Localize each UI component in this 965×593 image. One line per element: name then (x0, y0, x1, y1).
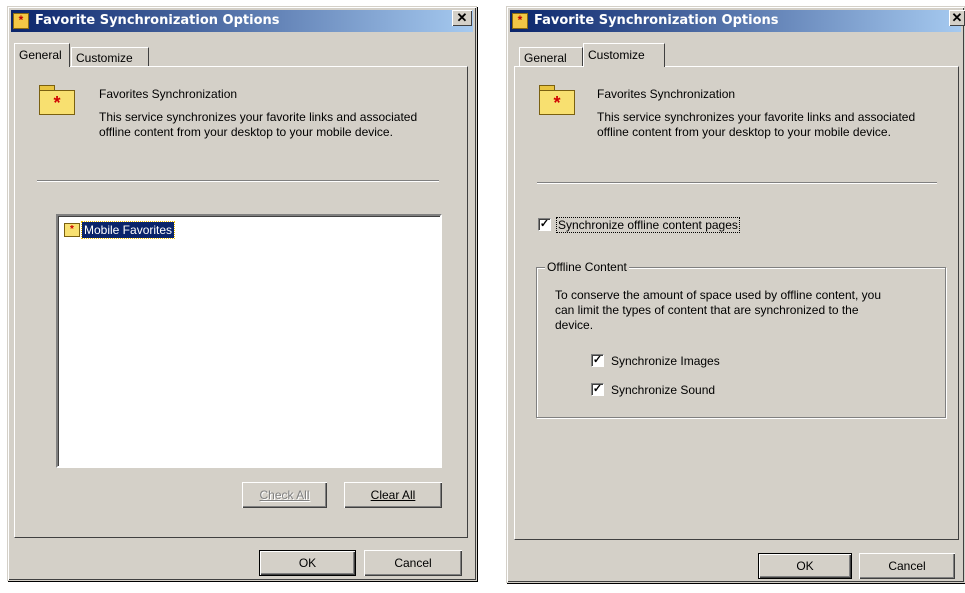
favorite-sync-dialog-general: * Favorite Synchronization Options ✕ Gen… (7, 6, 477, 581)
close-button[interactable]: ✕ (452, 10, 472, 26)
tab-general[interactable]: General (14, 43, 70, 67)
tab-customize[interactable]: Customize (71, 47, 149, 67)
window-title: Favorite Synchronization Options (534, 13, 779, 28)
tab-panel: * Favorites Synchronization This service… (514, 66, 959, 540)
separator (537, 182, 937, 184)
sync-sound-label[interactable]: Synchronize Sound (611, 383, 715, 397)
clear-all-label: Clear All (370, 488, 416, 502)
sync-images-checkbox[interactable]: ✓ (591, 354, 604, 367)
description-text: This service synchronizes your favorite … (99, 110, 418, 139)
folder-star-icon: * (64, 223, 80, 237)
tab-strip: General Customize (519, 43, 719, 67)
close-icon: ✕ (456, 10, 468, 25)
folder-star-icon: * (512, 13, 528, 29)
tab-panel: * Favorites Synchronization This service… (14, 66, 468, 538)
sync-offline-checkbox[interactable]: ✓ (538, 218, 551, 231)
check-all-label: Check All (259, 488, 310, 502)
folder-star-icon: * (13, 13, 29, 29)
close-icon: ✕ (951, 10, 963, 25)
clear-all-button[interactable]: Clear All (344, 482, 442, 508)
section-title: Favorites Synchronization (99, 87, 238, 101)
title-bar[interactable]: * Favorite Synchronization Options (510, 10, 961, 32)
cancel-button[interactable]: Cancel (859, 553, 955, 579)
checkmark-icon: ✓ (539, 218, 550, 230)
tab-general[interactable]: General (519, 47, 583, 67)
sync-offline-label[interactable]: Synchronize offline content pages (556, 217, 740, 233)
section-title: Favorites Synchronization (597, 87, 736, 101)
description-text: This service synchronizes your favorite … (597, 110, 916, 139)
ok-button[interactable]: OK (259, 550, 356, 576)
check-all-button[interactable]: Check All (242, 482, 327, 508)
offline-content-group-label: Offline Content (545, 260, 629, 274)
checkmark-icon: ✓ (592, 354, 603, 366)
sync-sound-checkbox[interactable]: ✓ (591, 383, 604, 396)
folder-star-icon: * (39, 85, 75, 115)
tab-strip: General Customize (14, 43, 214, 67)
folder-star-icon: * (539, 85, 575, 115)
sync-images-label[interactable]: Synchronize Images (611, 354, 720, 368)
tree-item-label: Mobile Favorites (80, 221, 176, 239)
close-button[interactable]: ✕ (949, 10, 965, 26)
title-bar[interactable]: * Favorite Synchronization Options (11, 10, 473, 32)
favorite-sync-dialog-customize: * Favorite Synchronization Options ✕ Gen… (506, 6, 965, 583)
tab-customize[interactable]: Customize (583, 43, 665, 67)
separator (37, 180, 439, 182)
favorites-tree[interactable]: * Mobile Favorites (56, 214, 442, 468)
window-title: Favorite Synchronization Options (35, 13, 280, 28)
offline-content-text: To conserve the amount of space used by … (555, 288, 881, 332)
cancel-button[interactable]: Cancel (364, 550, 462, 576)
ok-button[interactable]: OK (758, 553, 852, 579)
checkmark-icon: ✓ (592, 383, 603, 395)
